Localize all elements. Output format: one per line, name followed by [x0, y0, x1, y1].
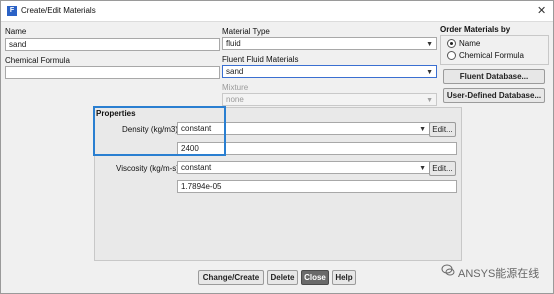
name-field[interactable]: sand: [5, 38, 220, 51]
name-label: Name: [5, 27, 27, 36]
viscosity-edit-button[interactable]: Edit...: [429, 161, 456, 176]
close-button[interactable]: Close: [301, 270, 329, 285]
material-type-select[interactable]: fluid ▼: [222, 37, 437, 50]
user-defined-database-button[interactable]: User-Defined Database...: [443, 88, 545, 103]
density-highlight-box: [93, 106, 226, 156]
mixture-select[interactable]: none ▼: [222, 93, 437, 106]
chevron-down-icon: ▼: [419, 165, 426, 172]
close-window-icon[interactable]: ✕: [537, 4, 546, 17]
viscosity-method-select[interactable]: constant ▼: [177, 161, 430, 174]
mixture-value: none: [226, 95, 244, 104]
wechat-icon: [441, 264, 455, 276]
fluent-app-icon: F: [7, 6, 17, 16]
chemical-formula-label: Chemical Formula: [5, 56, 70, 65]
chevron-down-icon: ▼: [426, 97, 433, 104]
material-type-label: Material Type: [222, 27, 270, 36]
material-type-value: fluid: [226, 39, 241, 48]
order-materials-group: Name Chemical Formula: [440, 35, 549, 65]
fluent-database-button[interactable]: Fluent Database...: [443, 69, 545, 84]
fluent-fluid-materials-label: Fluent Fluid Materials: [222, 55, 299, 64]
chevron-down-icon: ▼: [419, 126, 426, 133]
mixture-label: Mixture: [222, 83, 249, 92]
title-bar: F Create/Edit Materials ✕: [1, 1, 553, 22]
change-create-button[interactable]: Change/Create: [198, 270, 264, 285]
help-button[interactable]: Help: [332, 270, 356, 285]
radio-name-label: Name: [459, 39, 481, 48]
fluent-fluid-materials-value: sand: [226, 67, 244, 76]
chevron-down-icon: ▼: [426, 41, 433, 48]
radio-chemical-formula-label: Chemical Formula: [459, 51, 524, 60]
chevron-down-icon: ▼: [426, 69, 433, 76]
density-edit-button[interactable]: Edit...: [429, 122, 456, 137]
radio-name[interactable]: [447, 39, 456, 48]
delete-button[interactable]: Delete: [267, 270, 298, 285]
order-materials-by-label: Order Materials by: [440, 25, 511, 34]
viscosity-method-value: constant: [181, 163, 212, 172]
chemical-formula-field[interactable]: [5, 66, 220, 79]
radio-chemical-formula[interactable]: [447, 51, 456, 60]
viscosity-label: Viscosity (kg/m-s): [116, 164, 179, 173]
watermark-text: ANSYS能源在线: [458, 268, 540, 280]
window-title: Create/Edit Materials: [21, 6, 96, 15]
materials-dialog: F Create/Edit Materials ✕ Name sand Chem…: [0, 0, 554, 294]
fluent-fluid-materials-select[interactable]: sand ▼: [222, 65, 437, 78]
viscosity-value-field[interactable]: 1.7894e-05: [177, 180, 457, 193]
